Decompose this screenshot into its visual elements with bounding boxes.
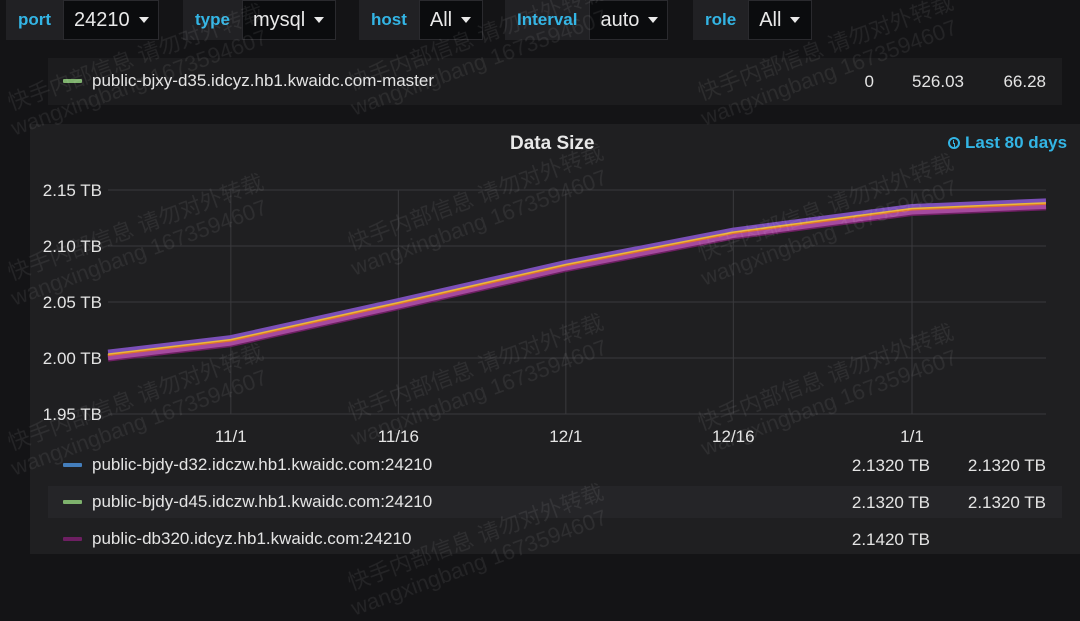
legend-series: public-bjdy-d32.idczw.hb1.kwaidc.com:242… xyxy=(63,449,432,481)
legend-series-name: public-bjdy-d32.idczw.hb1.kwaidc.com:242… xyxy=(92,455,433,474)
legend-swatch xyxy=(63,463,82,467)
legend-item[interactable]: public-bjdy-d45.idczw.hb1.kwaidc.com:242… xyxy=(48,486,1062,518)
legend-swatch xyxy=(63,500,82,504)
y-tick-label: 2.15 TB xyxy=(43,181,102,200)
legend-series-name: public-bjdy-d45.idczw.hb1.kwaidc.com:242… xyxy=(92,492,433,511)
y-tick-label: 2.10 TB xyxy=(43,237,102,256)
y-tick-label: 2.00 TB xyxy=(43,349,102,368)
x-tick-label: 11/16 xyxy=(378,427,419,446)
x-tick-label: 11/1 xyxy=(215,427,247,446)
legend-value-max: 2.1320 TB xyxy=(967,493,1046,512)
x-tick-label: 1/1 xyxy=(900,427,924,446)
legend-series-name: public-db320.idcyz.hb1.kwaidc.com:24210 xyxy=(92,529,412,548)
y-tick-label: 1.95 TB xyxy=(43,405,102,424)
chart-series xyxy=(107,198,1047,362)
legend-item[interactable]: public-bjdy-d32.idczw.hb1.kwaidc.com:242… xyxy=(48,449,1062,481)
legend-value-current: 2.1420 TB xyxy=(851,530,930,549)
x-tick-label: 12/1 xyxy=(549,427,582,446)
legend-series: public-bjdy-d45.idczw.hb1.kwaidc.com:242… xyxy=(63,486,432,518)
legend-value-current: 2.1320 TB xyxy=(851,493,930,512)
legend-swatch xyxy=(63,537,82,541)
x-tick-label: 12/16 xyxy=(712,427,755,446)
legend-item[interactable]: public-db320.idcyz.hb1.kwaidc.com:24210 2… xyxy=(48,523,1062,555)
legend-value-max: 2.1320 TB xyxy=(967,456,1046,475)
chart-grid xyxy=(108,189,1046,415)
x-axis: 11/1 11/16 12/1 12/16 1/1 xyxy=(215,427,924,446)
series-line xyxy=(107,198,1047,355)
legend-series: public-db320.idcyz.hb1.kwaidc.com:24210 xyxy=(63,523,411,555)
legend-value-current: 2.1320 TB xyxy=(851,456,930,475)
y-axis: 1.95 TB 2.00 TB 2.05 TB 2.10 TB 2.15 TB xyxy=(43,181,102,424)
y-tick-label: 2.05 TB xyxy=(43,293,102,312)
